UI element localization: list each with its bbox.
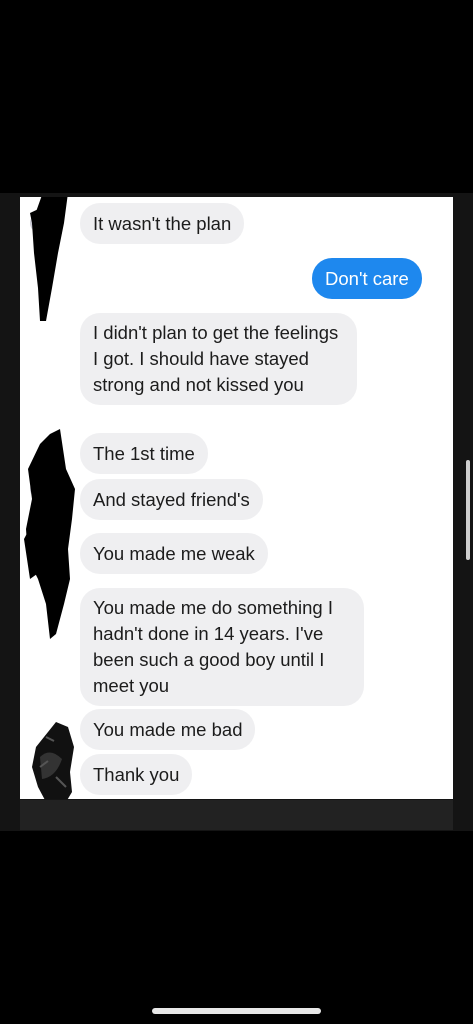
message-bubble[interactable]: I didn't plan to get the feelings I got.… [80, 313, 357, 405]
message-bubble[interactable]: Thank you [80, 754, 193, 795]
message-bubble[interactable]: And stayed friend's [80, 479, 263, 520]
screenshot-footer [20, 800, 453, 830]
message-bubble[interactable]: You made me bad [80, 709, 256, 750]
redaction-scribble-icon [32, 722, 74, 799]
message-bubble[interactable]: You made me weak [80, 533, 268, 574]
chat-screenshot: It wasn't the plan Don't care I didn't p… [20, 197, 453, 799]
redaction-scribble-icon [30, 197, 68, 321]
home-indicator-icon[interactable] [152, 1008, 321, 1014]
scroll-indicator-icon[interactable] [466, 460, 470, 560]
message-bubble[interactable]: The 1st time [80, 433, 208, 474]
message-bubble-sent[interactable]: Don't care [312, 258, 422, 299]
message-bubble[interactable]: It wasn't the plan [80, 203, 245, 244]
message-bubble[interactable]: You made me do something I hadn't done i… [80, 588, 364, 706]
